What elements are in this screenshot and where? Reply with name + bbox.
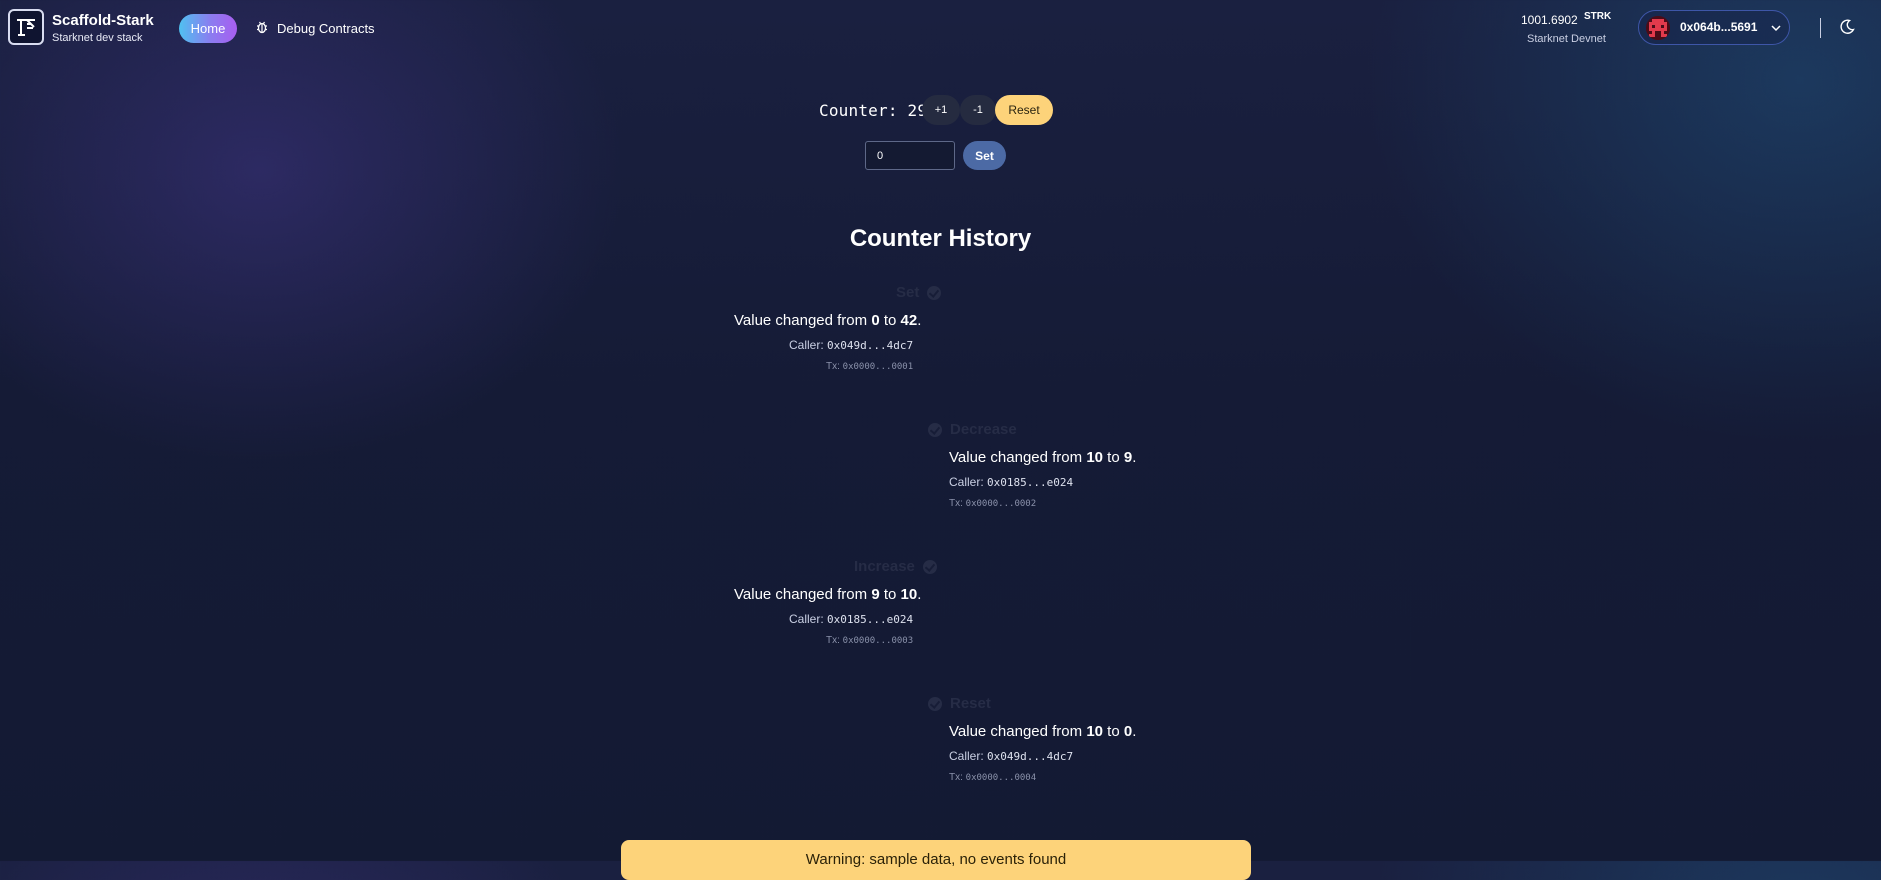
- balance-unit: STRK: [1584, 11, 1612, 22]
- decrement-button[interactable]: -1: [960, 95, 996, 125]
- check-circle-icon: [928, 422, 942, 437]
- event-heading-decrease: Decrease: [928, 421, 1017, 438]
- increment-button[interactable]: +1: [922, 95, 960, 125]
- chevron-down-icon: [1770, 21, 1782, 39]
- set-value-input[interactable]: [865, 141, 955, 170]
- event-caller: Caller: 0x0185...e024: [949, 475, 1074, 489]
- scaffold-logo-icon[interactable]: [8, 9, 44, 45]
- network-name: Starknet Devnet: [1527, 33, 1606, 45]
- header-divider: [1820, 18, 1821, 38]
- moon-icon[interactable]: [1839, 19, 1855, 40]
- nav-debug-contracts[interactable]: Debug Contracts: [255, 19, 375, 37]
- account-address: 0x064b...5691: [1680, 20, 1758, 34]
- event-description: Value changed from 9 to 10.: [734, 586, 922, 603]
- nav-home-button[interactable]: Home: [179, 14, 237, 43]
- reset-button[interactable]: Reset: [995, 95, 1053, 125]
- top-navbar: Scaffold-Stark Starknet dev stack Home D…: [0, 0, 1881, 56]
- event-caller: Caller: 0x049d...4dc7: [789, 338, 914, 352]
- event-heading-increase: Increase: [854, 558, 937, 575]
- event-description: Value changed from 10 to 0.: [949, 723, 1137, 740]
- set-button[interactable]: Set: [963, 141, 1006, 170]
- event-type-label: Reset: [950, 695, 991, 712]
- warning-banner: Warning: sample data, no events found: [621, 840, 1251, 880]
- event-tx: Tx: 0x0000...0002: [949, 498, 1037, 509]
- event-description: Value changed from 0 to 42.: [734, 312, 922, 329]
- event-heading-reset: Reset: [928, 695, 991, 712]
- event-caller: Caller: 0x0185...e024: [789, 612, 914, 626]
- check-circle-icon: [928, 696, 942, 711]
- event-heading-set: Set: [896, 284, 942, 301]
- event-caller: Caller: 0x049d...4dc7: [949, 749, 1074, 763]
- event-tx: Tx: 0x0000...0003: [826, 635, 914, 646]
- event-tx: Tx: 0x0000...0001: [826, 361, 914, 372]
- pixel-avatar-icon: [1646, 16, 1670, 40]
- counter-value: Counter: 29: [819, 101, 928, 120]
- brand-title: Scaffold-Stark: [52, 12, 154, 29]
- check-circle-icon: [922, 559, 937, 574]
- event-tx: Tx: 0x0000...0004: [949, 772, 1037, 783]
- event-type-label: Set: [896, 284, 920, 301]
- event-description: Value changed from 10 to 9.: [949, 449, 1137, 466]
- bug-icon: [255, 20, 269, 37]
- history-title: Counter History: [849, 225, 1032, 252]
- brand-subtitle: Starknet dev stack: [52, 32, 143, 44]
- balance-value: 1001.6902: [1521, 13, 1578, 27]
- event-type-label: Decrease: [950, 421, 1017, 438]
- event-type-label: Increase: [854, 558, 915, 575]
- check-circle-icon: [927, 285, 942, 300]
- account-button[interactable]: 0x064b...5691: [1638, 10, 1790, 45]
- nav-debug-label: Debug Contracts: [277, 20, 375, 36]
